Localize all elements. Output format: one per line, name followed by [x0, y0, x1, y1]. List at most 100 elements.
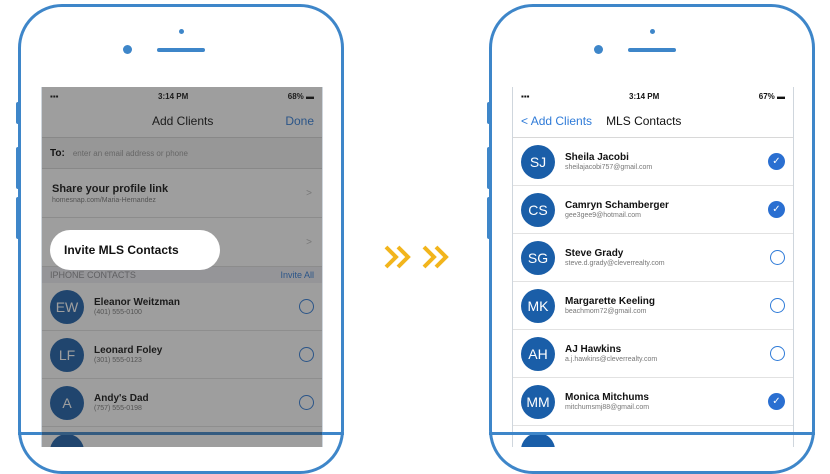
chevron-right-icon: >: [306, 236, 312, 248]
battery-icon: ▬: [777, 91, 785, 101]
nav-bar: < Add Clients MLS Contacts: [513, 105, 793, 138]
radio-unchecked-icon[interactable]: [299, 395, 314, 410]
list-item[interactable]: EW Eleanor Weitzman (401) 555-0100: [42, 283, 322, 331]
side-button: [16, 102, 20, 124]
checkmark-icon[interactable]: ✓: [768, 153, 785, 170]
radio-unchecked-icon[interactable]: [770, 250, 785, 265]
radio-unchecked-icon[interactable]: [299, 299, 314, 314]
camera-icon: [594, 45, 603, 54]
left-screen: ▪▪▪ 3:14 PM 68% ▬ Add Clients Done To: e…: [41, 87, 323, 447]
contact-detail: beachmom72@gmail.com: [565, 308, 647, 315]
contact-name: Monica Mitchums: [565, 392, 649, 403]
right-screen: ▪▪▪ 3:14 PM 67% ▬ < Add Clients MLS Cont…: [512, 87, 794, 447]
contact-name: Camryn Schamberger: [565, 200, 669, 211]
checkmark-icon[interactable]: ✓: [768, 393, 785, 410]
signal-icon: ▪▪▪: [521, 91, 530, 101]
speaker-grille: [628, 48, 676, 52]
side-button: [487, 147, 491, 189]
avatar: [50, 433, 84, 447]
list-item[interactable]: A Andy's Dad (757) 555-0198: [42, 379, 322, 427]
status-bar: ▪▪▪ 3:14 PM 67% ▬: [513, 87, 793, 105]
sensor-dot: [650, 29, 655, 34]
avatar: LF: [50, 337, 84, 372]
left-phone-frame: ▪▪▪ 3:14 PM 68% ▬ Add Clients Done To: e…: [16, 4, 344, 474]
status-time: 3:14 PM: [158, 91, 189, 101]
list-item[interactable]: LF Leonard Foley (301) 555-0123: [42, 331, 322, 379]
camera-icon: [123, 45, 132, 54]
speaker-grille: [157, 48, 205, 52]
contact-detail: (757) 555-0198: [94, 405, 142, 412]
contact-name: Andy's Dad: [94, 393, 149, 404]
invite-mls-highlight[interactable]: Invite MLS Contacts: [50, 230, 220, 270]
battery-percent: 67%: [758, 91, 775, 101]
checkmark-icon[interactable]: ✓: [768, 201, 785, 218]
battery-icon: ▬: [306, 91, 314, 101]
list-item[interactable]: MM Monica Mitchums mitchumsmj88@gmail.co…: [513, 378, 793, 426]
contact-detail: a.j.hawkins@cleverrealty.com: [565, 356, 658, 363]
status-right: 67% ▬: [759, 92, 785, 101]
back-chevron-icon: <: [521, 114, 529, 128]
status-bar: ▪▪▪ 3:14 PM 68% ▬: [42, 87, 322, 105]
contact-name: Eleanor Weitzman: [94, 297, 180, 308]
contact-name: Leonard Foley: [94, 345, 163, 356]
contact-name: Margarette Keeling: [565, 296, 656, 307]
side-button: [487, 102, 491, 124]
list-item[interactable]: MK Margarette Keeling beachmom72@gmail.c…: [513, 282, 793, 330]
section-title: IPHONE CONTACTS: [50, 270, 136, 280]
list-item[interactable]: SJ Sheila Jacobi sheilajacobi757@gmail.c…: [513, 138, 793, 186]
list-item[interactable]: CS Camryn Schamberger gee3gee9@hotmail.c…: [513, 186, 793, 234]
contact-detail: gee3gee9@hotmail.com: [565, 212, 641, 219]
side-button: [16, 197, 20, 239]
side-button: [16, 147, 20, 189]
contact-detail: steve.d.grady@cleverrealty.com: [565, 260, 665, 267]
share-profile-url: homesnap.com/Maria-Hernandez: [52, 196, 156, 204]
contact-detail: mitchumsmj88@gmail.com: [565, 404, 650, 411]
share-profile-title: Share your profile link: [52, 182, 169, 195]
status-time: 3:14 PM: [629, 91, 660, 101]
contact-detail: sheilajacobi757@gmail.com: [565, 164, 653, 171]
radio-unchecked-icon[interactable]: [770, 298, 785, 313]
bottom-divider: [18, 432, 344, 435]
done-button[interactable]: Done: [285, 114, 314, 128]
contact-detail: (401) 555-0100: [94, 309, 142, 316]
avatar: SJ: [521, 144, 555, 179]
to-field[interactable]: To: enter an email address or phone: [42, 138, 322, 169]
to-label: To:: [50, 147, 65, 159]
contact-name: AJ Hawkins: [565, 344, 622, 355]
invite-mls-label: Invite MLS Contacts: [64, 243, 179, 257]
list-item: [42, 427, 322, 447]
right-phone-frame: ▪▪▪ 3:14 PM 67% ▬ < Add Clients MLS Cont…: [487, 4, 815, 474]
avatar: CS: [521, 192, 555, 227]
chevron-right-icon: [422, 245, 449, 269]
side-button: [487, 197, 491, 239]
avatar: SG: [521, 240, 555, 275]
bottom-divider: [489, 432, 815, 435]
invite-all-button[interactable]: Invite All: [280, 270, 314, 280]
back-button[interactable]: < Add Clients: [521, 114, 592, 128]
page-title: MLS Contacts: [606, 114, 682, 128]
contact-name: Sheila Jacobi: [565, 152, 629, 163]
contact-detail: (301) 555-0123: [94, 357, 142, 364]
to-placeholder: enter an email address or phone: [72, 148, 188, 158]
sensor-dot: [179, 29, 184, 34]
battery-percent: 68%: [287, 91, 304, 101]
radio-unchecked-icon[interactable]: [299, 347, 314, 362]
back-label: Add Clients: [530, 114, 593, 128]
page-title: Add Clients: [151, 114, 214, 128]
list-item[interactable]: AH AJ Hawkins a.j.hawkins@cleverrealty.c…: [513, 330, 793, 378]
nav-bar: Add Clients Done: [42, 105, 322, 138]
radio-unchecked-icon[interactable]: [770, 346, 785, 361]
avatar: EW: [50, 289, 84, 324]
avatar: AH: [521, 336, 555, 371]
avatar: A: [50, 385, 84, 420]
signal-icon: ▪▪▪: [50, 91, 59, 101]
chevron-right-icon: [384, 245, 411, 269]
status-right: 68% ▬: [288, 92, 314, 101]
double-chevron-arrow-icon: [384, 245, 450, 269]
share-profile-row[interactable]: Share your profile link homesnap.com/Mar…: [42, 169, 322, 218]
avatar: MM: [521, 384, 555, 419]
contact-name: Steve Grady: [565, 248, 624, 259]
avatar: MK: [521, 288, 555, 323]
chevron-right-icon: >: [306, 187, 312, 199]
list-item[interactable]: SG Steve Grady steve.d.grady@cleverrealt…: [513, 234, 793, 282]
